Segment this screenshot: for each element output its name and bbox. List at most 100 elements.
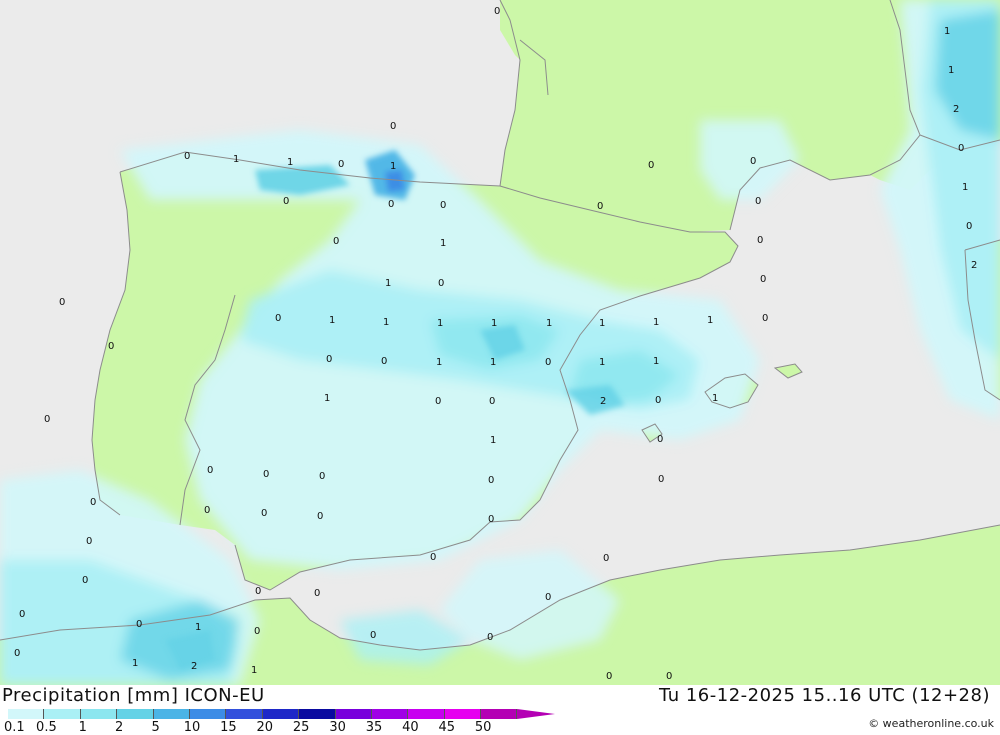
map-value-label: 0 [494,6,500,17]
legend-swatch [153,709,190,719]
legend-color-bar [8,709,556,719]
map-value-label: 1 [436,357,442,368]
map-value-label: 0 [606,671,612,682]
map-value-label: 0 [317,511,323,522]
map-value-label: 0 [333,236,339,247]
map-value-label: 0 [488,475,494,486]
map-value-label: 2 [953,104,959,115]
legend-swatch [8,709,45,719]
map-value-label: 1 [324,393,330,404]
map-value-label: 1 [491,318,497,329]
map-value-label: 0 [263,469,269,480]
legend-swatch [226,709,263,719]
map-value-label: 0 [108,341,114,352]
map-value-label: 0 [44,414,50,425]
map-value-label: 1 [599,318,605,329]
map-value-label: 1 [712,393,718,404]
map-value-label: 0 [755,196,761,207]
map-value-label: 0 [440,200,446,211]
map-value-label: 1 [251,665,257,676]
map-value-label: 0 [545,357,551,368]
map-value-label: 0 [648,160,654,171]
map-value-label: 0 [254,626,260,637]
map-value-label: 1 [440,238,446,249]
legend-swatch [262,709,300,719]
map-value-label: 0 [958,143,964,154]
map-value-label: 1 [599,357,605,368]
map-value-label: 1 [962,182,968,193]
valid-time: Tu 16-12-2025 15..16 UTC (12+28) [658,685,990,706]
map-value-label: 0 [314,588,320,599]
legend-swatch [481,709,518,719]
map-value-label: 1 [233,154,239,165]
map-value-label: 0 [603,553,609,564]
legend-swatch [117,709,154,719]
map-value-label: 2 [191,661,197,672]
map-value-label: 1 [132,658,138,669]
map-value-label: 1 [653,356,659,367]
map-value-label: 0 [438,278,444,289]
legend-swatch [80,709,118,719]
map-value-label: 0 [319,471,325,482]
legend-swatch [408,709,445,719]
legend-swatch [44,709,81,719]
map-value-label: 0 [261,508,267,519]
map-value-label: 0 [326,354,332,365]
legend-swatch [189,709,227,719]
map-value-label: 0 [338,159,344,170]
map-value-label: 0 [207,465,213,476]
map-value-label: 0 [59,297,65,308]
legend-arrow [517,709,556,719]
map-value-label: 1 [437,318,443,329]
map-value-label: 0 [488,514,494,525]
map-value-label: 0 [390,121,396,132]
map-value-label: 1 [195,622,201,633]
map-value-label: 1 [707,315,713,326]
map-value-label: 0 [545,592,551,603]
map-value-label: 1 [490,357,496,368]
map-value-label: 1 [948,65,954,76]
map-value-label: 0 [136,619,142,630]
map-value-label: 0 [658,474,664,485]
map-value-label: 0 [435,396,441,407]
credit-link[interactable]: © weatheronline.co.uk [868,717,994,730]
map-value-label: 0 [966,221,972,232]
map-value-label: 1 [383,317,389,328]
map-value-label: 0 [184,151,190,162]
map-value-label: 0 [762,313,768,324]
map-value-label: 1 [287,157,293,168]
map-value-label: 1 [546,318,552,329]
map-value-label: 0 [381,356,387,367]
map-value-label: 0 [655,395,661,406]
map-value-label: 1 [390,161,396,172]
map-value-label: 1 [385,278,391,289]
color-legend: 0.1 0.5 1 2 5 10 15 20 25 30 35 40 45 50 [4,707,556,735]
map-value-label: 2 [600,396,606,407]
map-value-label: 1 [653,317,659,328]
map-canvas: 0 1 1 0 1 0 0 0 1 0 0 0 0 0 0 1 0 1 1 1 … [0,0,1000,685]
map-value-label: 0 [283,196,289,207]
precipitation-map: 0 1 1 0 1 0 0 0 1 0 0 0 0 0 0 1 0 1 1 1 … [0,0,1000,685]
map-value-label: 0 [275,313,281,324]
map-value-label: 0 [86,536,92,547]
map-value-label: 1 [329,315,335,326]
map-value-label: 0 [760,274,766,285]
legend-swatch [444,709,482,719]
map-value-label: 1 [944,26,950,37]
map-value-label: 0 [204,505,210,516]
legend-swatch [371,709,409,719]
map-value-label: 0 [757,235,763,246]
map-value-label: 0 [666,671,672,682]
legend-swatch [299,709,336,719]
map-value-label: 0 [597,201,603,212]
map-value-label: 1 [490,435,496,446]
map-value-label: 0 [14,648,20,659]
map-value-label: 0 [430,552,436,563]
legend-tick-labels: 0.1 0.5 1 2 5 10 15 20 25 30 35 40 45 50 [4,720,528,735]
map-value-label: 0 [750,156,756,167]
map-value-label: 0 [82,575,88,586]
map-value-label: 0 [255,586,261,597]
map-value-label: 0 [489,396,495,407]
map-value-label: 0 [487,632,493,643]
map-title: Precipitation [mm] ICON-EU [2,685,265,706]
